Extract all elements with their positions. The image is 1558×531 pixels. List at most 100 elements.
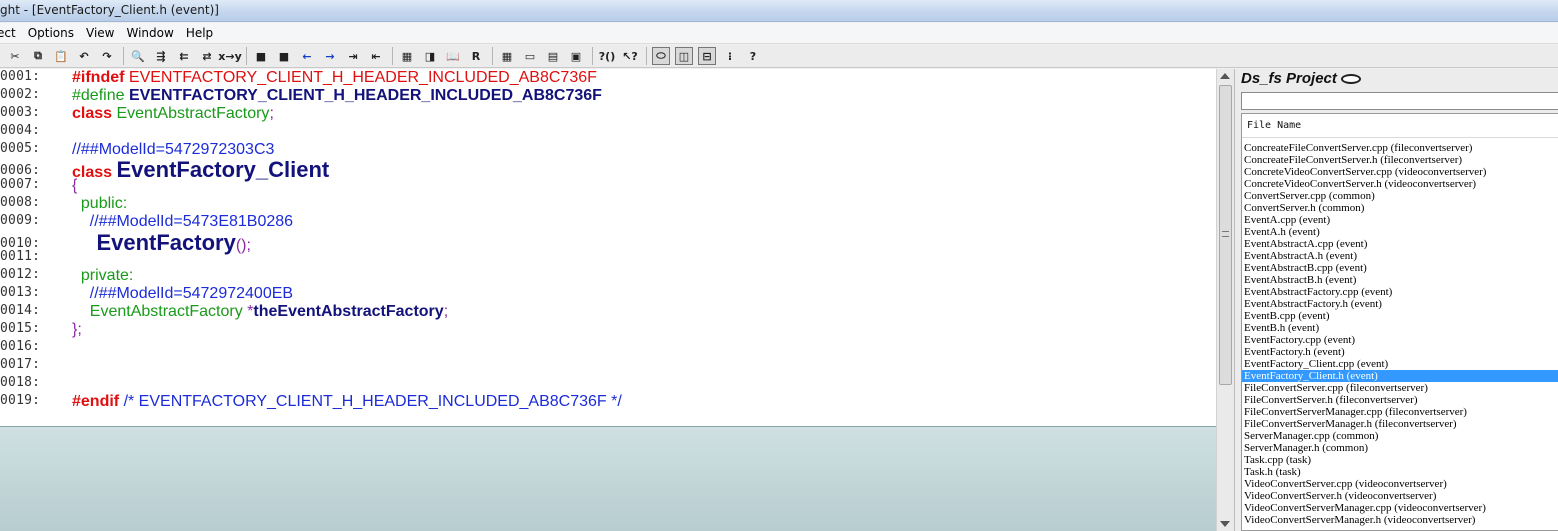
layout-3-icon[interactable]: ▤ <box>544 47 562 65</box>
file-list-item[interactable]: ConcreteVideoConvertServer.h (videoconve… <box>1242 178 1558 190</box>
menu-project[interactable]: ect <box>0 23 23 43</box>
line-number: 00015: <box>0 321 41 336</box>
code-line[interactable]: 00015:}; <box>0 321 1216 339</box>
code-line[interactable]: 00001: #ifndef EVENTFACTORY_CLIENT_H_HEAD… <box>0 69 1216 87</box>
code-line[interactable]: 00003: class EventAbstractFactory; <box>0 105 1216 123</box>
scroll-up-arrow-icon[interactable] <box>1220 73 1230 79</box>
file-list-item[interactable]: EventAbstractFactory.h (event) <box>1242 298 1558 310</box>
context-help-icon[interactable]: ↖? <box>621 47 639 65</box>
find-prev-icon[interactable]: ⇇ <box>175 47 193 65</box>
project-file-list[interactable]: File Name ConcreateFileConvertServer.cpp… <box>1241 113 1558 531</box>
file-list-item[interactable]: VideoConvertServer.h (videoconvertserver… <box>1242 490 1558 502</box>
code-line[interactable]: 00019: #endif /* EVENTFACTORY_CLIENT_H_HE… <box>0 393 1216 411</box>
code-line[interactable]: 00004: <box>0 123 1216 141</box>
code-line[interactable]: 00011: <box>0 249 1216 267</box>
file-list-item[interactable]: Task.h (task) <box>1242 466 1558 478</box>
layout-2-icon[interactable]: ▭ <box>521 47 539 65</box>
file-list-item[interactable]: VideoConvertServer.cpp (videoconvertserv… <box>1242 478 1558 490</box>
file-list-item[interactable]: EventAbstractA.h (event) <box>1242 250 1558 262</box>
code-line[interactable]: 00008: public: <box>0 195 1216 213</box>
bookmark-clear-icon[interactable]: ■ <box>275 47 293 65</box>
file-list-item[interactable]: EventB.h (event) <box>1242 322 1558 334</box>
info-icon[interactable]: ?() <box>598 47 616 65</box>
file-search-input[interactable] <box>1241 92 1558 110</box>
menu-view[interactable]: View <box>81 23 121 43</box>
back-arrow-icon[interactable]: ← <box>298 47 316 65</box>
code-line[interactable]: 00009: //##ModelId=5473E81B0286 <box>0 213 1216 231</box>
menu-options[interactable]: Options <box>23 23 81 43</box>
file-list-item[interactable]: FileConvertServerManager.cpp (fileconver… <box>1242 406 1558 418</box>
bookmark-toggle-icon[interactable]: ■ <box>252 47 270 65</box>
cut-icon[interactable]: ✂ <box>6 47 24 65</box>
file-list-item[interactable]: FileConvertServerManager.h (fileconverts… <box>1242 418 1558 430</box>
menu-window[interactable]: Window <box>121 23 180 43</box>
toolbar-separator <box>246 47 247 65</box>
relation-icon[interactable]: R <box>467 47 485 65</box>
file-list-item[interactable]: VideoConvertServerManager.h (videoconver… <box>1242 514 1558 526</box>
menu-help[interactable]: Help <box>181 23 220 43</box>
regex-icon[interactable]: x→y <box>218 47 241 65</box>
redo-icon[interactable]: ↷ <box>98 47 116 65</box>
code-line[interactable]: 00018: <box>0 375 1216 393</box>
file-list-item[interactable]: Task.cpp (task) <box>1242 454 1558 466</box>
forward-arrow-icon[interactable]: → <box>321 47 339 65</box>
file-list-item[interactable]: ConcreateFileConvertServer.cpp (fileconv… <box>1242 142 1558 154</box>
project-toggle-icon[interactable]: ⬭ <box>652 47 670 65</box>
paste-icon[interactable]: 📋 <box>52 47 70 65</box>
jump-back-icon[interactable]: ⇤ <box>367 47 385 65</box>
file-list-item[interactable]: EventAbstractB.h (event) <box>1242 274 1558 286</box>
file-list-item[interactable]: EventFactory.cpp (event) <box>1242 334 1558 346</box>
line-number: 00007: <box>0 177 41 192</box>
symbol-icon[interactable]: ◨ <box>421 47 439 65</box>
file-list-item[interactable]: FileConvertServer.h (fileconvertserver) <box>1242 394 1558 406</box>
undo-icon[interactable]: ↶ <box>75 47 93 65</box>
code-line[interactable]: 00017: <box>0 357 1216 375</box>
context-window-icon[interactable]: ◫ <box>675 47 693 65</box>
scroll-down-arrow-icon[interactable] <box>1220 521 1230 527</box>
file-list-item[interactable]: VideoConvertServerManager.cpp (videoconv… <box>1242 502 1558 514</box>
copy-icon[interactable]: ⧉ <box>29 47 47 65</box>
file-list-item[interactable]: ConcreteVideoConvertServer.cpp (videocon… <box>1242 166 1558 178</box>
relation-window-icon[interactable]: ⊟ <box>698 47 716 65</box>
browse-icon[interactable]: ▦ <box>398 47 416 65</box>
code-editor[interactable]: 00001: #ifndef EVENTFACTORY_CLIENT_H_HEAD… <box>0 69 1216 426</box>
file-list-item[interactable]: EventAbstractA.cpp (event) <box>1242 238 1558 250</box>
file-list-item[interactable]: EventFactory_Client.h (event) <box>1242 370 1558 382</box>
file-list-column-header[interactable]: File Name <box>1242 114 1558 138</box>
layout-4-icon[interactable]: ▣ <box>567 47 585 65</box>
file-list-item[interactable]: EventA.h (event) <box>1242 226 1558 238</box>
editor-vertical-scrollbar[interactable] <box>1216 69 1234 531</box>
layout-1-icon[interactable]: ▦ <box>498 47 516 65</box>
line-number: 00008: <box>0 195 41 210</box>
find-next-icon[interactable]: ⇶ <box>152 47 170 65</box>
code-line[interactable]: 00007: { <box>0 177 1216 195</box>
code-line[interactable]: 00010: EventFactory(); <box>0 230 1216 255</box>
code-line[interactable]: 00002: #define EVENTFACTORY_CLIENT_H_HEAD… <box>0 87 1216 105</box>
file-list-item[interactable]: ConvertServer.cpp (common) <box>1242 190 1558 202</box>
file-list-item[interactable]: EventFactory.h (event) <box>1242 346 1558 358</box>
file-list-item[interactable]: EventB.cpp (event) <box>1242 310 1558 322</box>
file-list-item[interactable]: EventA.cpp (event) <box>1242 214 1558 226</box>
code-line[interactable]: 00013: //##ModelId=5472972400EB <box>0 285 1216 303</box>
help-window-icon[interactable]: ? <box>744 47 762 65</box>
project-disc-icon[interactable] <box>1340 73 1361 84</box>
code-line[interactable]: 00014: EventAbstractFactory *theEventAbs… <box>0 303 1216 321</box>
file-list-item[interactable]: ConvertServer.h (common) <box>1242 202 1558 214</box>
code-line[interactable]: 00012: private: <box>0 267 1216 285</box>
find-icon[interactable]: 🔍 <box>129 47 147 65</box>
file-list-item[interactable]: FileConvertServer.cpp (fileconvertserver… <box>1242 382 1558 394</box>
code-line[interactable]: 00016: <box>0 339 1216 357</box>
file-list-item[interactable]: ServerManager.cpp (common) <box>1242 430 1558 442</box>
symbol-window-icon[interactable]: ⁝ <box>721 47 739 65</box>
code-text: }; <box>72 321 82 339</box>
file-list-item[interactable]: EventAbstractB.cpp (event) <box>1242 262 1558 274</box>
jump-icon[interactable]: ⇥ <box>344 47 362 65</box>
code-line[interactable]: 00006:class EventFactory_Client <box>0 157 1216 182</box>
file-list-item[interactable]: EventFactory_Client.cpp (event) <box>1242 358 1558 370</box>
book-icon[interactable]: 📖 <box>444 47 462 65</box>
file-list-item[interactable]: ConcreateFileConvertServer.h (fileconver… <box>1242 154 1558 166</box>
file-list-item[interactable]: EventAbstractFactory.cpp (event) <box>1242 286 1558 298</box>
file-list-item[interactable]: ServerManager.h (common) <box>1242 442 1558 454</box>
window-title: ght - [EventFactory_Client.h (event)] <box>0 3 219 17</box>
replace-icon[interactable]: ⇄ <box>198 47 216 65</box>
